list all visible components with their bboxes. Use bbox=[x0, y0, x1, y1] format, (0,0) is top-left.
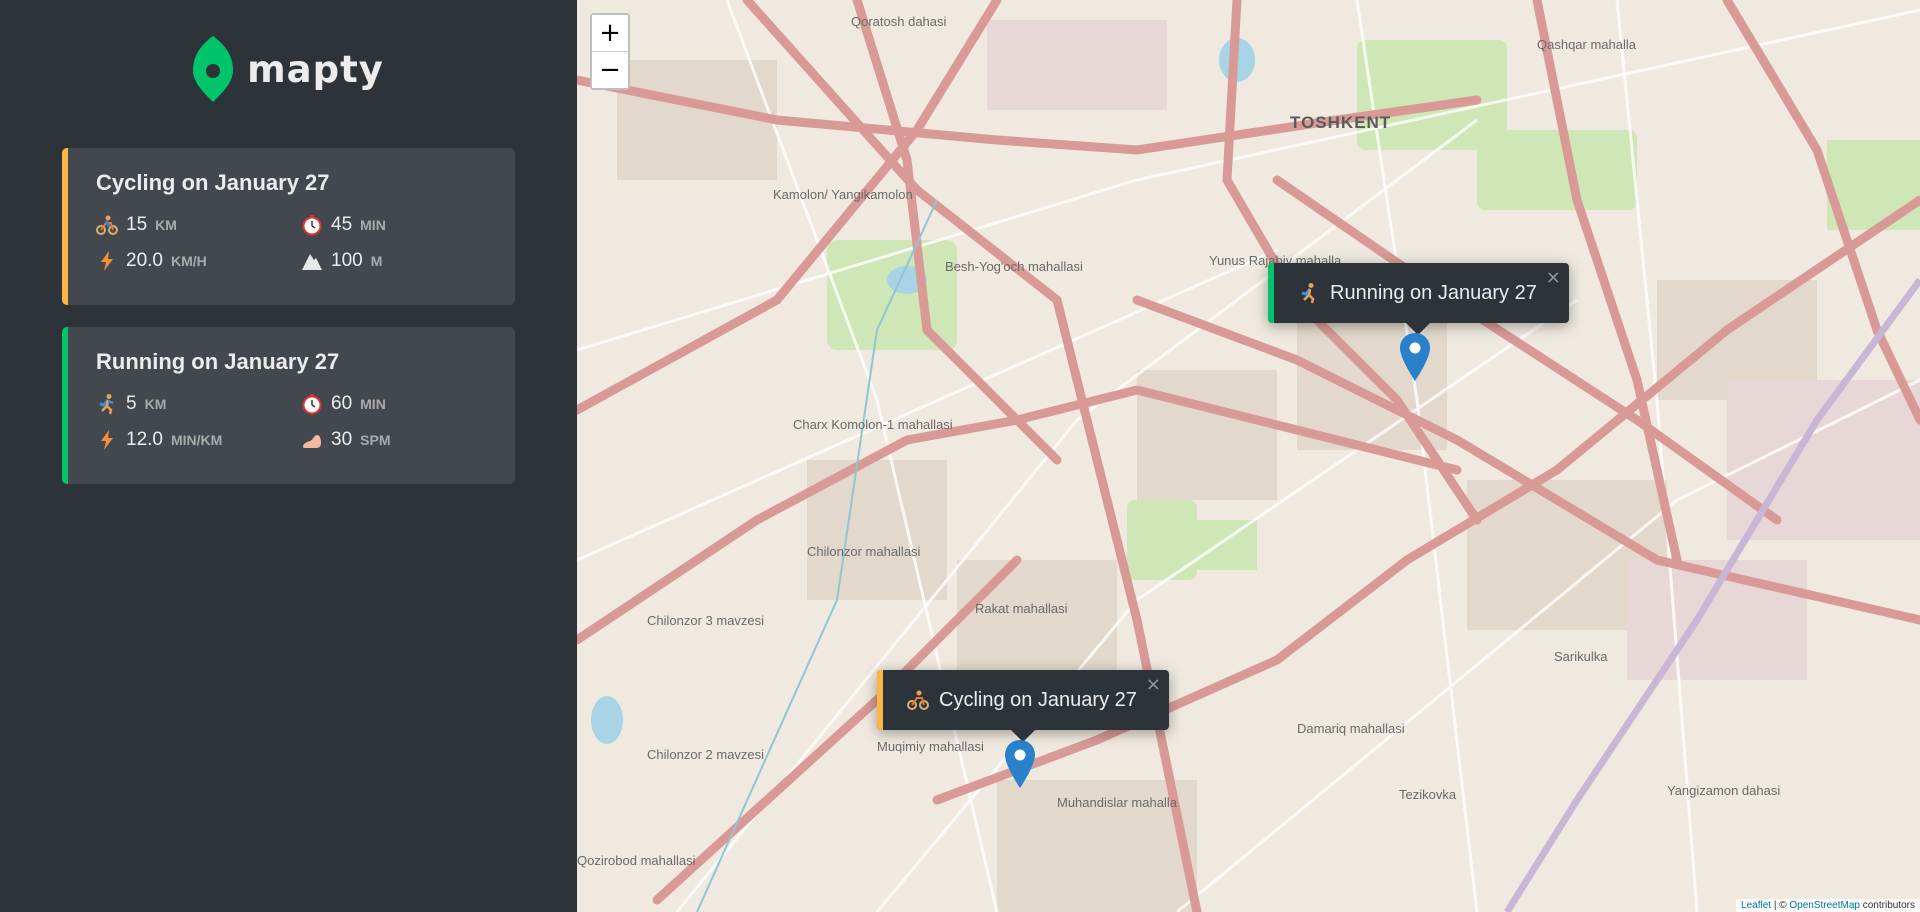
workout-speed: 20.0 km/h bbox=[96, 250, 301, 272]
map-tiles[interactable] bbox=[577, 0, 1920, 912]
logo-text: mapty bbox=[247, 47, 384, 91]
workout-card-cycling[interactable]: Cycling on January 27 15 km bbox=[62, 148, 515, 305]
detail-value: 20.0 bbox=[126, 250, 163, 271]
detail-value: 45 bbox=[331, 214, 353, 235]
workout-card-running[interactable]: Running on January 27 5 km bbox=[62, 327, 515, 484]
place-label: Sarikulka bbox=[1554, 649, 1608, 664]
place-label: Damariq mahallasi bbox=[1297, 721, 1405, 736]
sidebar: mapty Cycling on January 27 15 km bbox=[0, 0, 577, 912]
detail-unit: min bbox=[360, 217, 386, 233]
place-label: Rakat mahallasi bbox=[975, 601, 1068, 616]
map-attribution: Leaflet | © OpenStreetMap contributors bbox=[1736, 899, 1920, 912]
detail-value: 30 bbox=[331, 429, 353, 450]
workout-duration: 45 min bbox=[301, 214, 481, 236]
attribution-sep: | © bbox=[1771, 900, 1790, 911]
footprint-icon bbox=[303, 435, 321, 448]
lightning-icon bbox=[101, 430, 113, 450]
place-label: Muqimiy mahallasi bbox=[877, 739, 984, 754]
map[interactable]: TOSHKENT Qoratosh dahasi Qashqar mahalla… bbox=[577, 0, 1920, 912]
place-label: Qoratosh dahasi bbox=[851, 14, 947, 29]
detail-value: 5 bbox=[126, 393, 137, 414]
workout-distance: 15 km bbox=[96, 214, 301, 236]
workout-pace: 12.0 min/km bbox=[96, 429, 301, 451]
map-marker-icon[interactable] bbox=[1400, 333, 1430, 381]
lightning-icon bbox=[101, 251, 113, 271]
detail-unit: km bbox=[155, 217, 177, 233]
detail-value: 100 bbox=[331, 250, 363, 271]
cyclist-icon bbox=[96, 215, 118, 235]
map-marker-icon[interactable] bbox=[1005, 740, 1035, 788]
place-label: Charx Komolon-1 mahallasi bbox=[793, 417, 953, 432]
map-pin-icon bbox=[193, 36, 234, 102]
detail-unit: m bbox=[370, 253, 383, 269]
popup-close-button[interactable]: × bbox=[1146, 674, 1161, 695]
workout-popup-running[interactable]: Running on January 27 × bbox=[1268, 263, 1569, 335]
popup-close-button[interactable]: × bbox=[1546, 267, 1561, 288]
place-label: Tezikovka bbox=[1399, 787, 1457, 802]
detail-value: 60 bbox=[331, 393, 353, 414]
place-label: Kamolon/ Yangikamolon bbox=[773, 187, 913, 202]
detail-unit: min bbox=[360, 396, 386, 412]
popup-label: Running on January 27 bbox=[1330, 281, 1537, 304]
zoom-in-button[interactable]: + bbox=[592, 15, 628, 51]
mountain-icon bbox=[302, 254, 322, 270]
zoom-out-button[interactable]: − bbox=[592, 51, 628, 88]
zoom-control: + − bbox=[590, 13, 630, 90]
detail-unit: km bbox=[144, 396, 167, 412]
place-label: Qashqar mahalla bbox=[1537, 37, 1636, 52]
place-label: Muhandislar mahalla bbox=[1057, 795, 1177, 810]
place-label: Yangizamon dahasi bbox=[1667, 783, 1781, 798]
city-label: TOSHKENT bbox=[1290, 113, 1392, 132]
detail-value: 12.0 bbox=[126, 429, 163, 450]
place-label: Qozirobod mahallasi bbox=[577, 853, 696, 868]
place-label: Chilonzor 3 mavzesi bbox=[647, 613, 765, 628]
cyclist-icon bbox=[907, 690, 929, 710]
leaflet-link[interactable]: Leaflet bbox=[1741, 900, 1771, 911]
workout-cadence: 30 spm bbox=[301, 429, 481, 451]
detail-unit: spm bbox=[360, 432, 391, 448]
logo: mapty bbox=[62, 36, 515, 102]
workout-duration: 60 min bbox=[301, 393, 481, 415]
workout-title: Running on January 27 bbox=[96, 349, 340, 374]
detail-unit: min/km bbox=[170, 432, 223, 448]
place-label: Chilonzor mahallasi bbox=[807, 544, 921, 559]
workout-popup-cycling[interactable]: Cycling on January 27 × bbox=[877, 670, 1169, 742]
place-label: Besh-Yog'och mahallasi bbox=[945, 259, 1083, 274]
stopwatch-icon bbox=[302, 394, 322, 415]
attribution-tail: contributors bbox=[1859, 900, 1915, 911]
osm-link[interactable]: OpenStreetMap bbox=[1789, 900, 1860, 911]
detail-value: 15 bbox=[126, 214, 148, 235]
runner-icon bbox=[1301, 283, 1315, 304]
workout-distance: 5 km bbox=[96, 393, 301, 415]
runner-icon bbox=[99, 394, 114, 415]
workout-title: Cycling on January 27 bbox=[96, 170, 330, 195]
place-label: Chilonzor 2 mavzesi bbox=[647, 747, 765, 762]
workout-elevation: 100 m bbox=[301, 250, 481, 272]
stopwatch-icon bbox=[302, 215, 322, 236]
detail-unit: km/h bbox=[170, 253, 207, 269]
popup-label: Cycling on January 27 bbox=[939, 688, 1137, 711]
